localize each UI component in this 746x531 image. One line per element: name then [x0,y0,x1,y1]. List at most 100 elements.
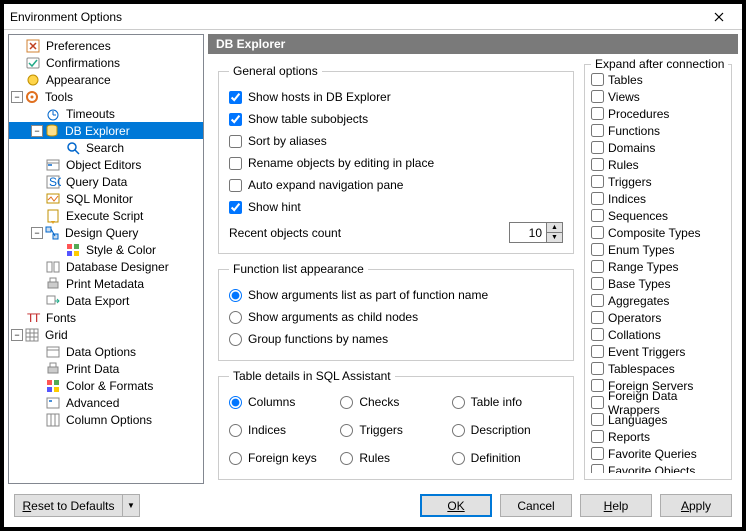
spinner-up[interactable]: ▲ [547,223,562,233]
tree-item-advanced[interactable]: Advanced [9,394,203,411]
collapse-icon[interactable]: − [11,329,23,341]
tree-item-column-options[interactable]: Column Options [9,411,203,428]
fn-args-part-radio[interactable]: Show arguments list as part of function … [229,284,563,306]
reset-defaults-splitbutton[interactable]: Reset to Defaults ▼ [14,494,140,517]
apply-button[interactable]: Apply [660,494,732,517]
details-definition-radio[interactable]: Definition [452,447,563,469]
expand-item[interactable]: Sequences [591,207,725,224]
confirmations-icon [25,55,41,71]
tree-item-fonts[interactable]: TT Fonts [9,309,203,326]
expand-item[interactable]: Domains [591,139,725,156]
expand-item[interactable]: Enum Types [591,241,725,258]
expand-item[interactable]: Foreign Data Wrappers [591,394,725,411]
tree-item-query-data[interactable]: SQL Query Data [9,173,203,190]
tree-item-style-color[interactable]: Style & Color [9,241,203,258]
tree-item-grid[interactable]: − Grid [9,326,203,343]
auto-expand-checkbox[interactable]: Auto expand navigation pane [229,174,563,196]
expand-item[interactable]: Favorite Queries [591,445,725,462]
fn-group-names-radio[interactable]: Group functions by names [229,328,563,350]
svg-text:SQL: SQL [49,175,61,189]
collapse-icon[interactable]: − [31,125,43,137]
help-button[interactable]: Help [580,494,652,517]
grid-icon [24,327,40,343]
rename-in-place-checkbox[interactable]: Rename objects by editing in place [229,152,563,174]
appearance-icon [25,72,41,88]
details-description-radio[interactable]: Description [452,419,563,441]
style-color-icon [65,242,81,258]
collapse-icon[interactable]: − [31,227,43,239]
nav-tree[interactable]: Preferences Confirmations Appearance − T… [8,34,204,484]
close-button[interactable] [704,7,734,27]
expand-item[interactable]: Tables [591,71,725,88]
recent-objects-spinner[interactable]: ▲ ▼ [509,222,563,243]
expand-item[interactable]: Aggregates [591,292,725,309]
expand-item[interactable]: Views [591,88,725,105]
expand-item[interactable]: Triggers [591,173,725,190]
spinner-down[interactable]: ▼ [547,233,562,243]
tree-item-object-editors[interactable]: Object Editors [9,156,203,173]
details-indices-radio[interactable]: Indices [229,419,340,441]
expand-item[interactable]: Favorite Objects [591,462,725,473]
expand-item[interactable]: Event Triggers [591,343,725,360]
expand-item[interactable]: Operators [591,309,725,326]
expand-item[interactable]: Composite Types [591,224,725,241]
tree-item-data-export[interactable]: Data Export [9,292,203,309]
fn-args-child-radio[interactable]: Show arguments as child nodes [229,306,563,328]
timeouts-icon [45,106,61,122]
tree-item-preferences[interactable]: Preferences [9,37,203,54]
tree-item-timeouts[interactable]: Timeouts [9,105,203,122]
dialog-body: Preferences Confirmations Appearance − T… [4,30,742,488]
expand-item[interactable]: Functions [591,122,725,139]
tree-item-search[interactable]: Search [9,139,203,156]
environment-options-window: Environment Options Preferences Confirma… [3,3,743,528]
tree-item-print-metadata[interactable]: Print Metadata [9,275,203,292]
expand-item[interactable]: Range Types [591,258,725,275]
sort-aliases-checkbox[interactable]: Sort by aliases [229,130,563,152]
tree-item-sql-monitor[interactable]: SQL Monitor [9,190,203,207]
show-subobjects-checkbox[interactable]: Show table subobjects [229,108,563,130]
general-options-group: General options Show hosts in DB Explore… [218,64,574,254]
settings-panel: DB Explorer General options Show hosts i… [208,34,738,484]
reset-defaults-button[interactable]: Reset to Defaults [14,494,122,517]
show-hint-checkbox[interactable]: Show hint [229,196,563,218]
expand-after-connection-group: Expand after connection TablesViewsProce… [584,64,732,480]
tree-item-design-query[interactable]: − Design Query [9,224,203,241]
tree-item-confirmations[interactable]: Confirmations [9,54,203,71]
window-title: Environment Options [10,10,122,24]
tree-item-execute-script[interactable]: Execute Script [9,207,203,224]
show-hosts-checkbox[interactable]: Show hosts in DB Explorer [229,86,563,108]
advanced-icon [45,395,61,411]
cancel-button[interactable]: Cancel [500,494,572,517]
expand-item[interactable]: Reports [591,428,725,445]
expand-title: Expand after connection [591,57,728,71]
function-list-legend: Function list appearance [229,262,368,276]
expand-list[interactable]: TablesViewsProceduresFunctionsDomainsRul… [591,71,725,473]
expand-item[interactable]: Collations [591,326,725,343]
function-list-group: Function list appearance Show arguments … [218,262,574,361]
details-foreign-keys-radio[interactable]: Foreign keys [229,447,340,469]
tree-item-db-explorer[interactable]: − DB Explorer [9,122,203,139]
details-checks-radio[interactable]: Checks [340,391,451,413]
tree-item-appearance[interactable]: Appearance [9,71,203,88]
details-triggers-radio[interactable]: Triggers [340,419,451,441]
expand-item[interactable]: Base Types [591,275,725,292]
table-details-legend: Table details in SQL Assistant [229,369,395,383]
tree-item-print-data[interactable]: Print Data [9,360,203,377]
tree-item-tools[interactable]: − Tools [9,88,203,105]
ok-button[interactable]: OK [420,494,492,517]
tree-item-database-designer[interactable]: Database Designer [9,258,203,275]
recent-objects-input[interactable] [510,223,546,242]
expand-item[interactable]: Rules [591,156,725,173]
tree-item-data-options[interactable]: Data Options [9,343,203,360]
details-rules-radio[interactable]: Rules [340,447,451,469]
details-table-info-radio[interactable]: Table info [452,391,563,413]
expand-item[interactable]: Indices [591,190,725,207]
recent-objects-label: Recent objects count [229,226,341,240]
collapse-icon[interactable]: − [11,91,23,103]
details-columns-radio[interactable]: Columns [229,391,340,413]
expand-item[interactable]: Tablespaces [591,360,725,377]
design-query-icon [44,225,60,241]
tree-item-color-formats[interactable]: Color & Formats [9,377,203,394]
expand-item[interactable]: Procedures [591,105,725,122]
reset-defaults-dropdown[interactable]: ▼ [122,494,140,517]
